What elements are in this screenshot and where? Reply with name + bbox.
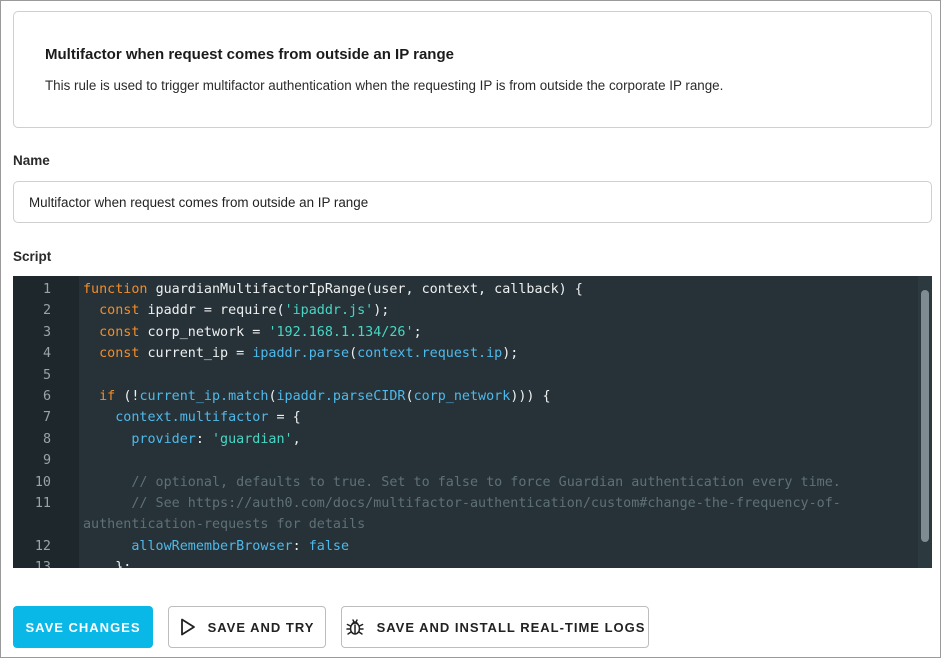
code-text: const ipaddr = require('ipaddr.js'); — [79, 300, 389, 321]
save-changes-button[interactable]: SAVE CHANGES — [13, 606, 153, 648]
line-number: 10 — [34, 474, 51, 490]
code-line: 10 // optional, defaults to true. Set to… — [13, 472, 918, 493]
code-text: provider: 'guardian', — [79, 429, 301, 450]
editor-scrollbar[interactable] — [918, 276, 932, 568]
save-and-try-button[interactable]: SAVE AND TRY — [168, 606, 326, 648]
name-label: Name — [13, 153, 50, 168]
rule-description: This rule is used to trigger multifactor… — [45, 78, 724, 93]
code-token: const — [83, 324, 148, 340]
code-text: }; — [79, 557, 131, 568]
code-token: ); — [373, 303, 390, 319]
code-token: corp_network = — [147, 324, 269, 340]
code-line: 1 function guardianMultifactorIpRange(use… — [13, 279, 918, 300]
code-token: ( — [349, 346, 358, 362]
code-token: context.request.ip — [357, 346, 503, 362]
editor-scrollbar-thumb[interactable] — [921, 290, 929, 542]
code-text: allowRememberBrowser: false — [79, 536, 349, 557]
code-line: 8 provider: 'guardian', — [13, 429, 918, 450]
code-token: false — [308, 538, 350, 554]
code-token: corp_network — [413, 389, 511, 405]
line-number: 5 — [42, 367, 51, 383]
code-token: ); — [502, 346, 519, 362]
code-area[interactable]: 1 function guardianMultifactorIpRange(use… — [13, 279, 918, 568]
play-icon — [180, 618, 196, 636]
code-token: provider — [83, 431, 196, 447]
code-token: function — [83, 282, 156, 297]
code-line: 11 // See https://auth0.com/docs/multifa… — [13, 493, 918, 514]
code-line: 12 allowRememberBrowser: false — [13, 536, 918, 557]
save-and-install-logs-label: SAVE AND INSTALL REAL-TIME LOGS — [376, 619, 646, 635]
code-token: ( — [405, 389, 414, 405]
name-input[interactable] — [13, 181, 932, 223]
code-token: ipaddr = require( — [147, 303, 285, 319]
code-text: // See https://auth0.com/docs/multifacto… — [79, 493, 841, 514]
code-text: // optional, defaults to true. Set to fa… — [79, 472, 841, 493]
line-number: 1 — [42, 282, 51, 297]
script-label: Script — [13, 249, 52, 264]
save-and-install-logs-button[interactable]: SAVE AND INSTALL REAL-TIME LOGS — [341, 606, 649, 648]
code-line: 2 const ipaddr = require('ipaddr.js'); — [13, 300, 918, 321]
script-editor[interactable]: 1 function guardianMultifactorIpRange(use… — [13, 276, 932, 568]
code-line: authentication-requests for details — [13, 514, 918, 535]
line-number: 9 — [42, 453, 51, 469]
code-line: 7 context.multifactor = { — [13, 407, 918, 428]
code-token: : — [292, 538, 309, 554]
code-token: : — [195, 431, 212, 447]
code-token: const — [83, 303, 148, 319]
code-token: 'guardian' — [212, 431, 293, 447]
save-changes-label: SAVE CHANGES — [25, 619, 141, 635]
code-token: 'ipaddr.js' — [284, 303, 374, 319]
code-line: 9 — [13, 450, 918, 471]
code-token: = { — [268, 410, 301, 426]
code-token: // optional, defaults to true. Set to fa… — [83, 474, 841, 490]
code-text: const corp_network = '192.168.1.134/26'; — [79, 322, 422, 343]
code-token: context.multifactor — [83, 410, 269, 426]
code-token: }; — [83, 560, 132, 568]
code-line: 13 }; — [13, 557, 918, 568]
code-token: allowRememberBrowser — [83, 538, 293, 554]
bug-icon — [345, 617, 365, 637]
code-token: , — [292, 431, 301, 447]
code-token: authentication-requests for details — [83, 517, 366, 533]
code-text: if (!current_ip.match(ipaddr.parseCIDR(c… — [79, 386, 551, 407]
line-number: 11 — [34, 496, 51, 512]
code-token: ipaddr.parseCIDR — [276, 389, 406, 405]
line-number: 13 — [34, 560, 51, 568]
line-number: 3 — [42, 324, 51, 340]
code-line: 3 const corp_network = '192.168.1.134/26… — [13, 322, 918, 343]
line-number: 12 — [34, 538, 51, 554]
code-text: const current_ip = ipaddr.parse(context.… — [79, 343, 518, 364]
code-token: if — [83, 389, 124, 405]
line-number: 4 — [42, 346, 51, 362]
code-token: current_ip = — [147, 346, 253, 362]
code-token: (! — [123, 389, 140, 405]
code-token: ))) { — [510, 389, 551, 405]
code-token: const — [83, 346, 148, 362]
code-line: 6 if (!current_ip.match(ipaddr.parseCIDR… — [13, 386, 918, 407]
code-token: current_ip.match — [139, 389, 269, 405]
code-line: 4 const current_ip = ipaddr.parse(contex… — [13, 343, 918, 364]
line-number: 2 — [42, 303, 51, 319]
code-token: // See https://auth0.com/docs/multifacto… — [83, 496, 841, 512]
code-text: context.multifactor = { — [79, 407, 301, 428]
line-number: 7 — [42, 410, 51, 426]
code-text: authentication-requests for details — [13, 514, 365, 535]
rule-title: Multifactor when request comes from outs… — [45, 46, 454, 63]
code-token: '192.168.1.134/26' — [268, 324, 414, 340]
code-text: function guardianMultifactorIpRange(user… — [79, 279, 583, 300]
code-token: ( — [268, 389, 277, 405]
code-line: 5 — [13, 365, 918, 386]
rule-description-card: Multifactor when request comes from outs… — [13, 11, 932, 128]
code-token: ipaddr.parse — [252, 346, 350, 362]
save-and-try-label: SAVE AND TRY — [207, 619, 315, 635]
line-number: 8 — [42, 431, 51, 447]
code-token: ; — [413, 324, 422, 340]
code-token: guardianMultifactorIpRange(user, context… — [155, 282, 583, 297]
line-number: 6 — [42, 389, 51, 405]
